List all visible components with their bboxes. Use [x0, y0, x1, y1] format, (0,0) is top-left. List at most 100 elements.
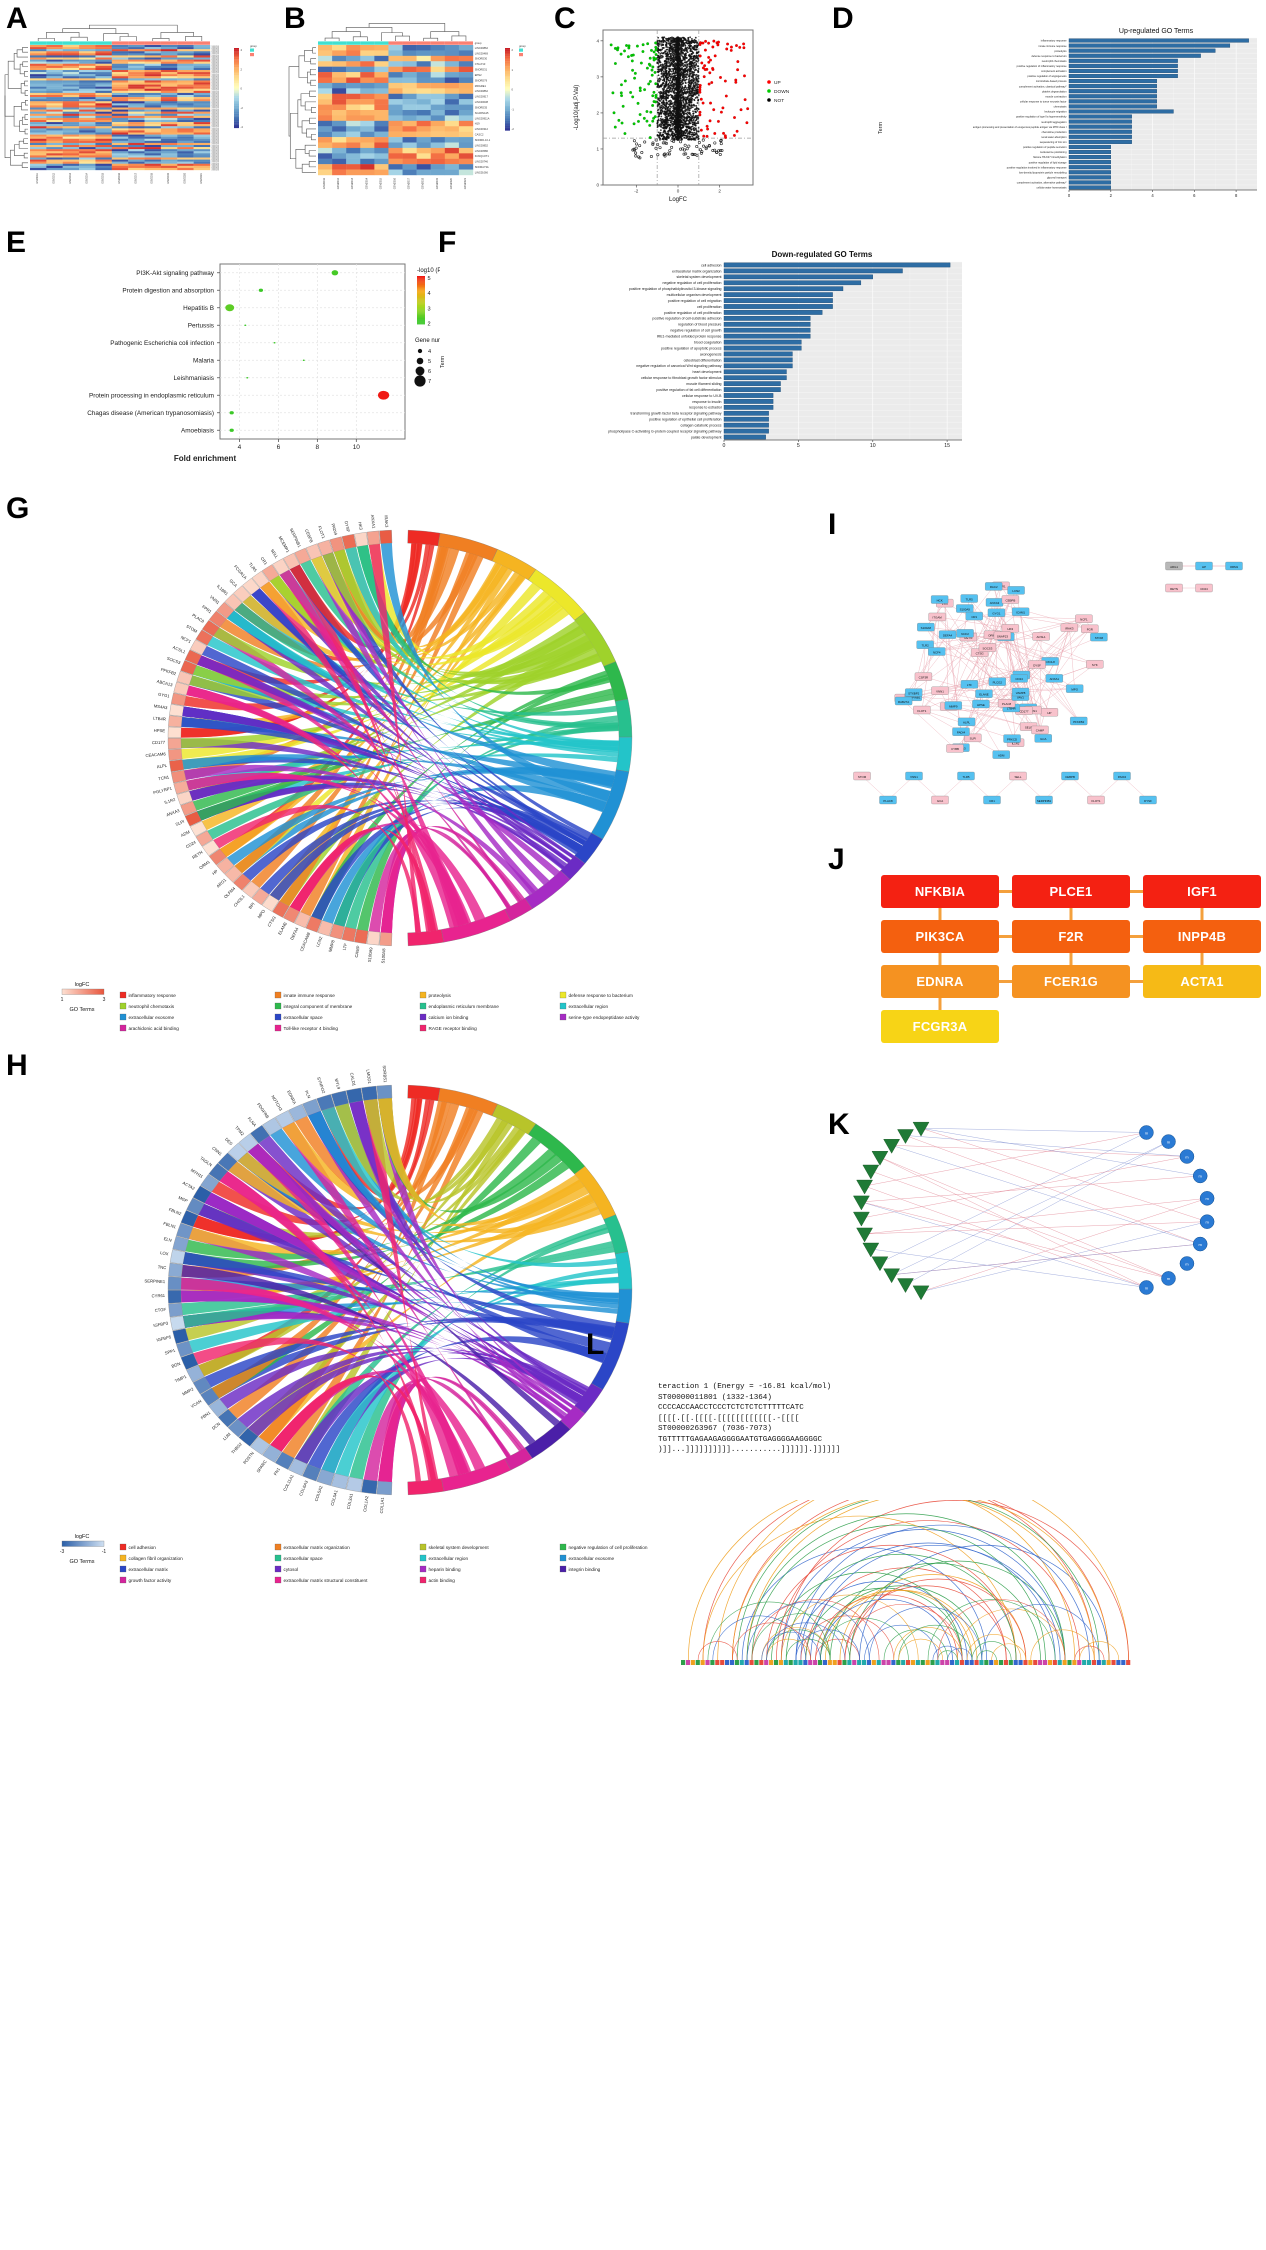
legend-swatch — [419, 1543, 427, 1551]
svg-text:LINC01066: LINC01066 — [475, 170, 489, 174]
sequence-base — [1042, 1660, 1048, 1665]
row-dendrogram — [4, 47, 28, 168]
sequence-base — [1028, 1660, 1033, 1665]
svg-text:-2: -2 — [241, 106, 244, 110]
sequence-base — [901, 1660, 906, 1665]
sequence-base — [783, 1660, 788, 1665]
bar — [1068, 53, 1201, 58]
sequence-base — [1101, 1660, 1106, 1665]
panel-h-label: H — [6, 1049, 28, 1082]
dot — [377, 390, 390, 400]
row-labels: LINC00862LINC00469SNORD30CTA-P13SNORD31E… — [475, 41, 491, 174]
svg-text:GSM2013: GSM2013 — [351, 177, 354, 189]
bar — [1068, 99, 1157, 104]
gene-segment — [361, 1085, 378, 1101]
gene-segment — [168, 1262, 184, 1278]
svg-text:SNORD30: SNORD30 — [475, 57, 488, 61]
sequence-base — [935, 1660, 940, 1665]
bar — [1068, 149, 1111, 155]
gene-segment — [354, 928, 369, 944]
bar — [1068, 84, 1157, 89]
bar — [723, 262, 951, 268]
sequence-base — [1008, 1660, 1013, 1665]
sequence-base — [773, 1660, 779, 1665]
sequence-base — [1082, 1660, 1087, 1665]
sequence-base — [734, 1660, 739, 1665]
bar — [723, 345, 802, 351]
gene-segment — [167, 1290, 182, 1304]
bar — [1068, 119, 1132, 124]
hub-gene-box[interactable]: FCGR3A — [881, 1010, 999, 1043]
bar — [723, 268, 903, 274]
svg-text:GSM2015: GSM2015 — [102, 172, 105, 183]
sequence-base — [1086, 1660, 1092, 1665]
gene-segment — [170, 770, 187, 784]
legend-swatch — [274, 1002, 282, 1010]
sequence-base — [1111, 1660, 1116, 1665]
panel-k-network: mmmmmmmmmm — [853, 1121, 1215, 1301]
sequence-base — [754, 1660, 759, 1665]
legend-swatch — [559, 1565, 567, 1573]
svg-text:XXXXXX: XXXXXX — [212, 169, 220, 171]
sequence-base — [827, 1660, 832, 1665]
gene-segment — [361, 1479, 378, 1495]
panel-a-heatmap: XXXXXXXXXXXXXXXXXXXXXXXXXXXXXXXXXXXXXXXX… — [4, 24, 257, 184]
sequence-base — [764, 1660, 769, 1665]
sequence-base — [866, 1660, 872, 1665]
panel-b-label: B — [284, 2, 306, 35]
dot — [229, 428, 234, 432]
sequence-base — [847, 1660, 852, 1665]
color-scale-legend: 4 2 0 -2 -4 group — [234, 44, 257, 129]
hub-gene-box[interactable]: FCER1G — [1012, 965, 1130, 998]
column-dendrogram — [324, 23, 467, 41]
sequence-base — [861, 1660, 867, 1665]
svg-text:CASC2: CASC2 — [475, 133, 484, 137]
bar — [1068, 43, 1231, 48]
svg-text:GSM2018: GSM2018 — [422, 177, 425, 189]
hub-gene-box[interactable]: PIK3CA — [881, 920, 999, 953]
hub-gene-box[interactable]: IGF1 — [1143, 875, 1261, 908]
hub-gene-box[interactable]: PLCE1 — [1012, 875, 1130, 908]
panel-d-title: Up-regulated GO Terms — [1119, 28, 1194, 35]
panel-g-legend: logFC 1 3 GO Terms inflammatory response inna… — [60, 978, 760, 1038]
bar — [723, 405, 774, 410]
hub-gene-box[interactable]: EDNRA — [881, 965, 999, 998]
legend-swatch — [119, 1002, 127, 1010]
gene-segment — [168, 715, 183, 728]
legend-swatch — [119, 1565, 127, 1573]
sequence-base — [837, 1660, 842, 1665]
bar — [723, 351, 793, 357]
svg-text:GSM2020: GSM2020 — [183, 172, 186, 183]
legend-swatch — [419, 1013, 427, 1021]
mirna-node — [897, 1278, 914, 1293]
bar — [723, 280, 862, 286]
group-annotation-bar — [318, 41, 473, 45]
sequence-base — [896, 1660, 901, 1665]
svg-text:SNORD79: SNORD79 — [475, 78, 488, 82]
sequence-base — [715, 1660, 720, 1665]
hub-gene-box[interactable]: INPP4B — [1143, 920, 1261, 953]
sequence-base — [842, 1660, 847, 1665]
bar — [1068, 129, 1132, 134]
gene-segment — [167, 726, 182, 738]
sequence-base — [729, 1660, 735, 1665]
gene-segment — [169, 1249, 186, 1265]
legend-swatch — [119, 991, 127, 999]
sequence-base — [681, 1660, 686, 1665]
bar — [1068, 124, 1132, 129]
svg-text:0: 0 — [241, 87, 243, 91]
hub-gene-box[interactable]: NFKBIA — [881, 875, 999, 908]
gene-segment — [376, 1084, 393, 1100]
gene-segment — [170, 692, 187, 706]
sequence-base — [910, 1660, 916, 1665]
hub-gene-box[interactable]: F2R — [1012, 920, 1130, 953]
hub-gene-box[interactable]: ACTA1 — [1143, 965, 1261, 998]
interaction-arc — [815, 1638, 860, 1661]
legend-swatch — [419, 1554, 427, 1562]
legend-swatch — [274, 1024, 282, 1032]
legend-swatch — [119, 1024, 127, 1032]
panel-d-label: D — [832, 2, 854, 35]
gene-segment — [167, 1276, 182, 1290]
sequence-base — [940, 1660, 945, 1665]
dot — [246, 376, 249, 379]
